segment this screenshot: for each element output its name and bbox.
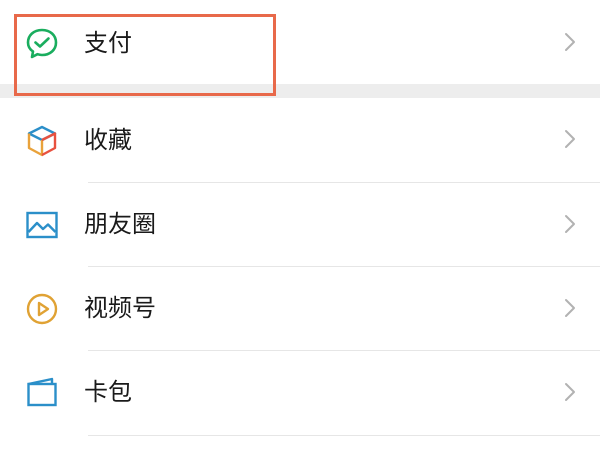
menu-item-pay[interactable]: 支付 [0,0,600,84]
chevron-right-icon [562,31,578,53]
cards-wallet-icon [24,375,60,411]
menu-item-channels[interactable]: 视频号 [0,267,600,350]
menu-item-label: 卡包 [84,378,132,406]
chevron-right-icon [562,297,578,319]
divider [88,435,600,436]
settings-screen: 支付 收藏 朋友圈 视频号 卡包 [0,0,600,450]
menu-item-label: 支付 [84,29,132,57]
menu-item-moments[interactable]: 朋友圈 [0,183,600,266]
menu-item-favorites[interactable]: 收藏 [0,98,600,182]
menu-item-label: 收藏 [84,126,132,154]
chevron-right-icon [562,213,578,235]
chevron-right-icon [562,381,578,403]
menu-item-label: 视频号 [84,294,156,322]
chevron-right-icon [562,128,578,150]
favorites-cube-icon [24,123,60,159]
menu-item-cards[interactable]: 卡包 [0,351,600,435]
pay-check-icon [24,26,60,62]
menu-item-label: 朋友圈 [84,210,156,238]
channels-play-icon [24,291,60,327]
moments-image-icon [24,207,60,243]
